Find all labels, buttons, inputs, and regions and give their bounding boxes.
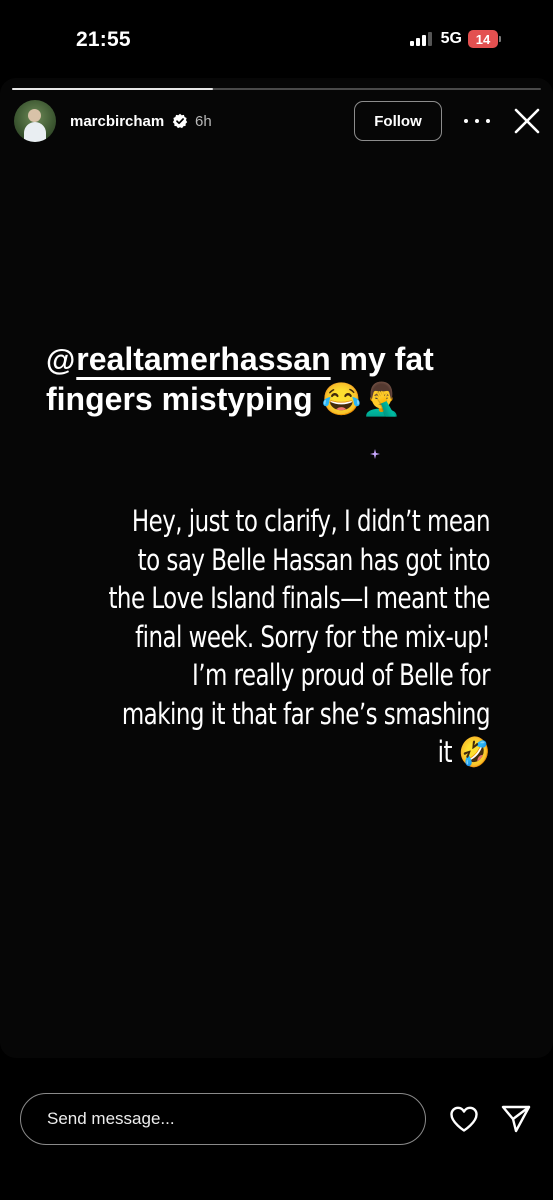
send-icon[interactable] [500,1104,532,1134]
story-progress-fill [12,88,214,90]
avatar[interactable] [14,100,56,142]
sparkle-decoration [370,449,380,459]
caption-text-line1: my fat [330,341,434,377]
story-caption: @realtamerhassan my fat fingers mistypin… [46,340,526,418]
username[interactable]: marcbircham [70,113,164,130]
network-type: 5G [440,30,462,47]
story-text-line: making it that far she’s smashing [121,696,491,731]
story-text-line: the Love Island finals—I meant the [108,581,490,615]
story-text: Hey, just to clarify, I didn’t mean to s… [94,502,490,772]
mention-link[interactable]: @realtamerhassan [46,341,331,377]
story-header: marcbircham 6h Follow [14,100,544,144]
battery-icon: 14 [468,30,498,48]
status-indicators: 5G 14 [409,30,501,48]
close-icon[interactable] [512,106,542,136]
post-time: 6h [195,113,212,130]
mention-username: realtamerhassan [76,341,331,377]
story-text-line: Hey, just to clarify, I didn’t mean [131,504,491,538]
story-text-line: it 🤣 [437,735,491,769]
story-text-line: I’m really proud of Belle for [191,658,491,692]
send-message-input[interactable] [20,1093,426,1145]
verified-badge-icon [172,113,188,129]
battery-tip [499,36,501,42]
story-viewer[interactable]: marcbircham 6h Follow @realtamerhassan m… [0,78,553,1058]
caption-text-line2: fingers mistyping 😂🤦‍♂️ [46,381,402,417]
status-time: 21:55 [76,28,131,51]
more-icon[interactable] [464,112,490,130]
reply-bar [0,1060,553,1200]
story-progress-bar [12,88,541,90]
follow-button[interactable]: Follow [354,101,442,141]
story-text-line: final week. Sorry for the mix-up! [135,619,490,654]
status-bar: 21:55 5G 14 [0,0,553,80]
cellular-signal-icon [409,32,432,46]
threads-icon: @ [46,344,76,377]
heart-icon[interactable] [449,1105,479,1133]
story-text-line: to say Belle Hassan has got into [137,542,491,577]
